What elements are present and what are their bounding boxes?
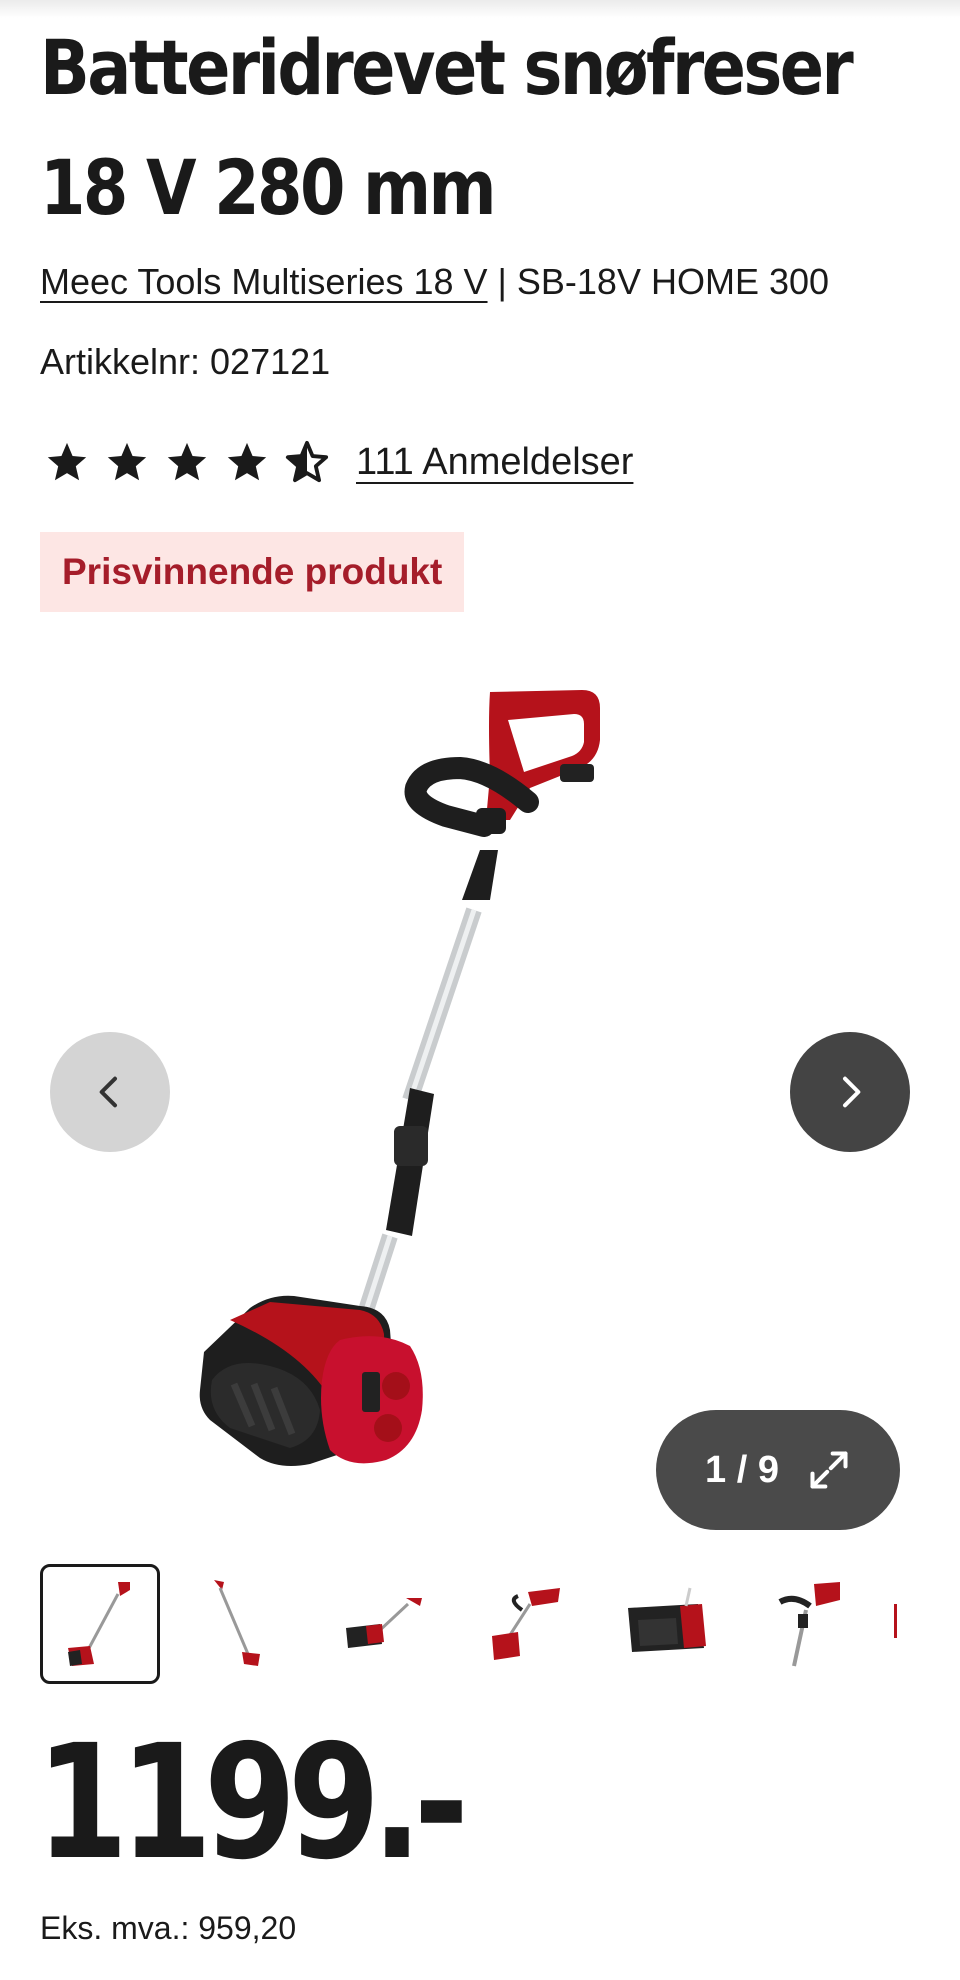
thumbnail-image [346,1598,422,1648]
gallery-counter-button[interactable]: 1 / 9 [656,1410,900,1530]
article-number: Artikkelnr: 027121 [40,341,331,382]
star-half-icon [285,440,329,483]
thumbnail-4[interactable] [466,1564,586,1684]
thumbnail-image [894,1604,897,1638]
expand-arrows-icon [810,1451,848,1489]
gallery-prev-button[interactable] [50,1032,170,1152]
thumbnail-7-partial[interactable] [892,1564,920,1684]
award-badge: Prisvinnende produkt [40,532,465,612]
star-full-icon [167,442,207,481]
rating-row[interactable]: 111 Anmeldelser [44,436,633,488]
chevron-left-icon [99,1076,117,1108]
price-ex-vat: Eks. mva.: 959,20 [40,1910,297,1946]
star-full-icon [107,442,147,481]
image-counter: 1 / 9 [705,1448,779,1491]
thumbnail-strip[interactable] [40,1564,920,1684]
gallery-next-button[interactable] [790,1032,910,1152]
product-price: 1199.- [36,1711,469,1895]
thumbnail-1[interactable] [40,1564,160,1684]
chevron-right-icon [843,1076,861,1108]
star-full-icon [47,442,87,481]
thumbnail-image [68,1582,130,1666]
thumbnail-5[interactable] [608,1564,728,1684]
product-gallery[interactable]: 1 / 9 [0,640,960,1540]
thumbnail-3[interactable] [324,1564,444,1684]
thumbnail-6[interactable] [750,1564,870,1684]
thumbnail-image [214,1580,260,1666]
product-image [199,690,600,1466]
thumbnail-image [492,1588,560,1660]
product-subline: Meec Tools Multiseries 18 V | SB-18V HOM… [40,258,829,306]
series-link[interactable]: Meec Tools Multiseries 18 V [40,261,488,302]
product-title: Batteridrevet snøfreser 18 V 280 mm [40,23,854,232]
thumbnail-image [628,1587,706,1652]
model-number: SB-18V HOME 300 [516,261,830,302]
thumbnail-image [778,1582,840,1667]
subline-separator: | [487,261,517,302]
star-full-icon [227,442,267,481]
reviews-link[interactable]: 111 Anmeldelser [356,441,633,484]
thumbnail-2[interactable] [182,1564,302,1684]
